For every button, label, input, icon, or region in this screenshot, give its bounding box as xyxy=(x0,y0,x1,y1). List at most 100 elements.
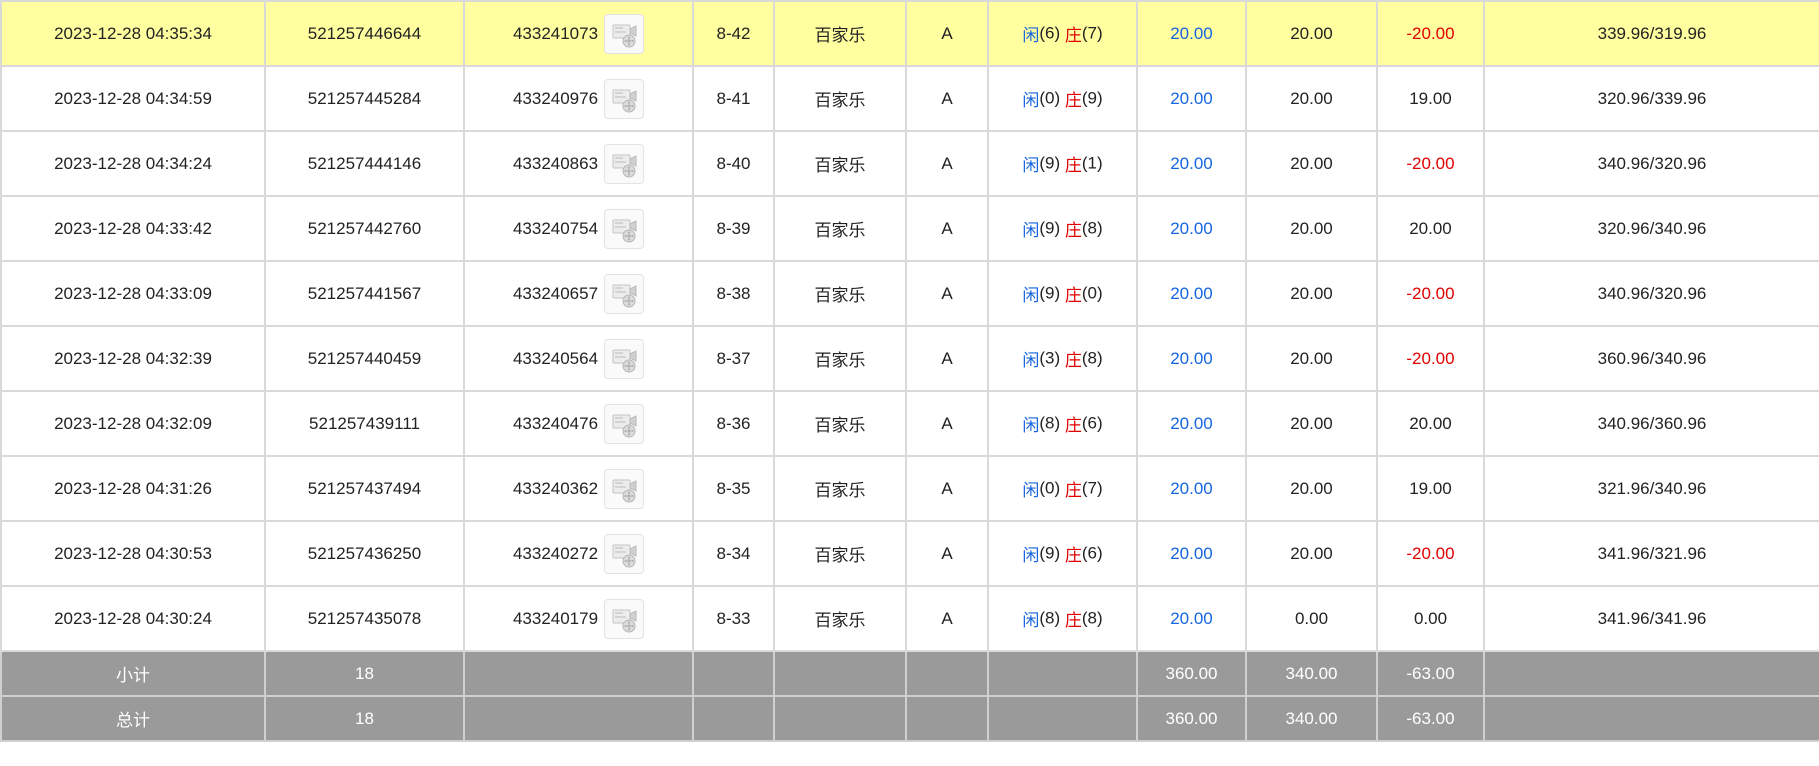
round-number: 8-41 xyxy=(692,65,775,132)
order-id: 521257444146 xyxy=(264,130,465,197)
video-replay-icon xyxy=(612,544,637,567)
player-label: 闲 xyxy=(1022,611,1040,630)
valid-bet-amount: 20.00 xyxy=(1245,390,1378,457)
video-replay-icon xyxy=(612,609,637,632)
player-label: 闲 xyxy=(1022,351,1040,370)
order-id: 521257446644 xyxy=(264,0,465,67)
replay-button[interactable] xyxy=(604,78,645,119)
player-score: (0) xyxy=(1039,88,1061,108)
bet-time: 2023-12-28 04:34:24 xyxy=(0,130,266,197)
game-result: 闲(8) 庄(8) xyxy=(987,585,1138,652)
balance-change: 341.96/321.96 xyxy=(1483,520,1819,587)
balance-change: 321.96/340.96 xyxy=(1483,455,1819,522)
game-name: 百家乐 xyxy=(773,390,907,457)
banker-score: (8) xyxy=(1081,608,1103,628)
bet-id-cell: 433240476 xyxy=(463,390,694,457)
replay-button[interactable] xyxy=(604,598,645,639)
subtotal-bet: 360.00 xyxy=(1136,650,1247,697)
replay-button[interactable] xyxy=(604,338,645,379)
subtotal-empty-cell xyxy=(1483,650,1819,697)
win-loss-amount: 20.00 xyxy=(1376,195,1485,262)
banker-score: (1) xyxy=(1081,153,1103,173)
bet-id: 433240657 xyxy=(512,283,599,303)
bet-id: 433240179 xyxy=(512,608,599,628)
valid-bet-amount: 20.00 xyxy=(1245,195,1378,262)
total-empty-cell xyxy=(905,695,989,742)
win-loss-amount: 19.00 xyxy=(1376,455,1485,522)
valid-bet-amount: 20.00 xyxy=(1245,455,1378,522)
total-count: 18 xyxy=(264,695,465,742)
replay-button[interactable] xyxy=(604,143,645,184)
total-empty-cell xyxy=(1483,695,1819,742)
game-name: 百家乐 xyxy=(773,520,907,587)
player-label: 闲 xyxy=(1022,481,1040,500)
bet-time: 2023-12-28 04:30:24 xyxy=(0,585,266,652)
banker-label: 庄 xyxy=(1064,546,1082,565)
balance-change: 339.96/319.96 xyxy=(1483,0,1819,67)
win-loss-amount: -20.00 xyxy=(1376,0,1485,67)
bet-amount: 20.00 xyxy=(1136,325,1247,392)
replay-button[interactable] xyxy=(604,13,645,54)
player-score: (8) xyxy=(1039,608,1061,628)
subtotal-empty-cell xyxy=(463,650,694,697)
win-loss-amount: -20.00 xyxy=(1376,130,1485,197)
game-result: 闲(9) 庄(0) xyxy=(987,260,1138,327)
bet-amount: 20.00 xyxy=(1136,520,1247,587)
subtotal-empty-cell xyxy=(773,650,907,697)
round-number: 8-33 xyxy=(692,585,775,652)
bet-time: 2023-12-28 04:33:09 xyxy=(0,260,266,327)
bet-time: 2023-12-28 04:35:34 xyxy=(0,0,266,67)
replay-button[interactable] xyxy=(604,468,645,509)
game-result: 闲(9) 庄(8) xyxy=(987,195,1138,262)
banker-score: (6) xyxy=(1081,543,1103,563)
game-name: 百家乐 xyxy=(773,130,907,197)
order-id: 521257440459 xyxy=(264,325,465,392)
banker-label: 庄 xyxy=(1064,286,1082,305)
game-result: 闲(9) 庄(1) xyxy=(987,130,1138,197)
balance-change: 360.96/340.96 xyxy=(1483,325,1819,392)
bet-id: 433240362 xyxy=(512,478,599,498)
video-replay-icon xyxy=(612,284,637,307)
banker-label: 庄 xyxy=(1064,26,1082,45)
player-score: (8) xyxy=(1039,413,1061,433)
bet-amount: 20.00 xyxy=(1136,585,1247,652)
banker-label: 庄 xyxy=(1064,156,1082,175)
banker-score: (6) xyxy=(1081,413,1103,433)
replay-button[interactable] xyxy=(604,403,645,444)
player-label: 闲 xyxy=(1022,221,1040,240)
banker-score: (7) xyxy=(1081,478,1103,498)
bet-id-cell: 433240754 xyxy=(463,195,694,262)
subtotal-count: 18 xyxy=(264,650,465,697)
banker-label: 庄 xyxy=(1064,481,1082,500)
player-label: 闲 xyxy=(1022,416,1040,435)
player-label: 闲 xyxy=(1022,26,1040,45)
order-id: 521257441567 xyxy=(264,260,465,327)
game-name: 百家乐 xyxy=(773,0,907,67)
game-result: 闲(0) 庄(9) xyxy=(987,65,1138,132)
bet-id-cell: 433240564 xyxy=(463,325,694,392)
replay-button[interactable] xyxy=(604,208,645,249)
bet-id-cell: 433240362 xyxy=(463,455,694,522)
total-valid-bet: 340.00 xyxy=(1245,695,1378,742)
replay-button[interactable] xyxy=(604,273,645,314)
bet-amount: 20.00 xyxy=(1136,0,1247,67)
bet-history-table: 2023-12-28 04:35:34 521257446644 4332410… xyxy=(0,0,1819,742)
balance-change: 320.96/340.96 xyxy=(1483,195,1819,262)
valid-bet-amount: 20.00 xyxy=(1245,325,1378,392)
game-result: 闲(9) 庄(6) xyxy=(987,520,1138,587)
round-number: 8-38 xyxy=(692,260,775,327)
bet-time: 2023-12-28 04:31:26 xyxy=(0,455,266,522)
banker-score: (0) xyxy=(1081,283,1103,303)
total-label: 总计 xyxy=(0,695,266,742)
replay-button[interactable] xyxy=(604,533,645,574)
video-replay-icon xyxy=(612,24,637,47)
game-result: 闲(3) 庄(8) xyxy=(987,325,1138,392)
game-name: 百家乐 xyxy=(773,455,907,522)
valid-bet-amount: 20.00 xyxy=(1245,130,1378,197)
table-name: A xyxy=(905,260,989,327)
order-id: 521257439111 xyxy=(264,390,465,457)
balance-change: 320.96/339.96 xyxy=(1483,65,1819,132)
subtotal-label: 小计 xyxy=(0,650,266,697)
total-empty-cell xyxy=(692,695,775,742)
win-loss-amount: 0.00 xyxy=(1376,585,1485,652)
